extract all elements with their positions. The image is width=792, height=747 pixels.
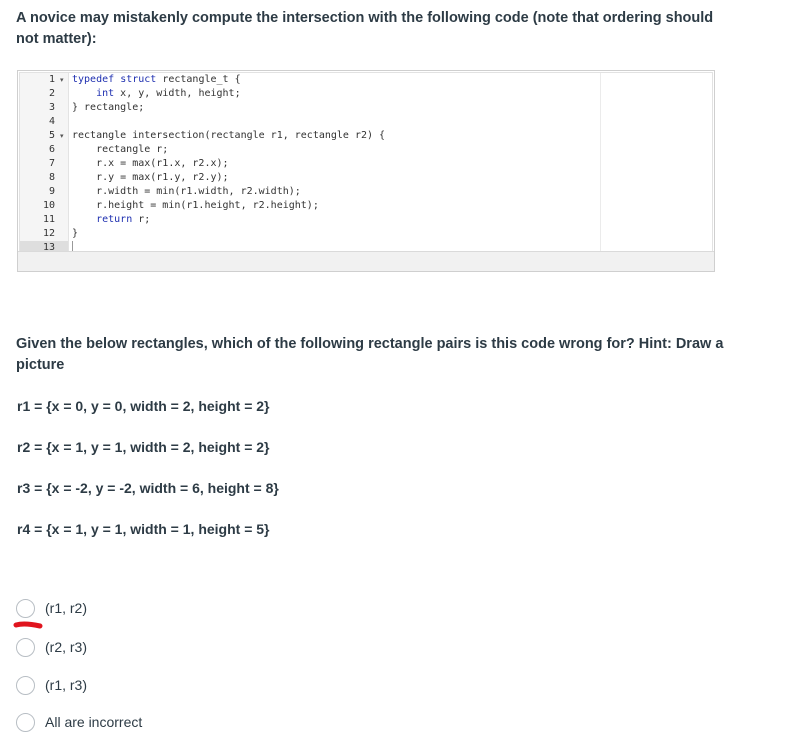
radio-button[interactable] (16, 637, 35, 657)
line-number: 8 (48, 172, 55, 183)
rectangle-r3: r3 = {x = -2, y = -2, width = 6, height … (17, 480, 279, 496)
answer-label: (r1, r3) (45, 677, 87, 693)
code-line: typedef struct rectangle_t { (72, 74, 241, 85)
print-margin (600, 73, 601, 252)
line-number-gutter: 1 ▾ 2 3 4 5 ▾ 6 7 8 9 10 11 12 13 (20, 73, 69, 255)
answer-option-1[interactable]: (r1, r2) (16, 596, 87, 620)
line-number: 1 (48, 74, 55, 85)
answer-option-3[interactable]: (r1, r3) (16, 673, 87, 697)
line-number: 2 (48, 88, 55, 99)
answer-label: (r2, r3) (45, 639, 87, 655)
line-number: 10 (42, 200, 55, 211)
answer-option-2[interactable]: (r2, r3) (16, 635, 87, 659)
code-line: rectangle intersection(rectangle r1, rec… (72, 130, 386, 141)
line-number: 12 (42, 228, 55, 239)
code-line: } (72, 228, 79, 239)
answer-label: (r1, r2) (45, 600, 87, 616)
line-number: 5 (48, 130, 55, 141)
code-editor-content[interactable]: 1 ▾ 2 3 4 5 ▾ 6 7 8 9 10 11 12 13 typedef struct recta… (19, 72, 713, 255)
code-line: r.x = max(r1.x, r2.x); (72, 158, 229, 169)
code-line: return r; (96, 214, 151, 225)
code-line: r.y = max(r1.y, r2.y); (72, 172, 229, 183)
rectangle-r4: r4 = {x = 1, y = 1, width = 1, height = … (17, 521, 270, 537)
code-line: rectangle r; (72, 144, 169, 155)
fold-toggle-icon[interactable]: ▾ (60, 73, 64, 87)
radio-button[interactable] (16, 712, 35, 732)
code-editor[interactable]: 1 ▾ 2 3 4 5 ▾ 6 7 8 9 10 11 12 13 typedef struct recta… (17, 70, 715, 272)
rectangle-r1: r1 = {x = 0, y = 0, width = 2, height = … (17, 398, 270, 414)
code-line: int x, y, width, height; (96, 88, 241, 99)
code-line: r.width = min(r1.width, r2.width); (72, 186, 301, 197)
answer-label: All are incorrect (45, 714, 143, 730)
red-annotation-mark (13, 621, 43, 629)
line-number: 6 (48, 144, 55, 155)
code-line: } rectangle; (72, 102, 145, 113)
line-number: 9 (48, 186, 55, 197)
rectangle-r2: r2 = {x = 1, y = 1, width = 2, height = … (17, 439, 270, 455)
code-editor-footer (18, 251, 714, 271)
radio-button[interactable] (16, 675, 35, 695)
line-number: 3 (48, 102, 55, 113)
answer-option-4[interactable]: All are incorrect (16, 710, 142, 734)
question-text-2: Given the below rectangles, which of the… (16, 336, 724, 373)
fold-toggle-icon[interactable]: ▾ (60, 129, 64, 143)
code-line: r.height = min(r1.height, r2.height); (72, 200, 319, 211)
radio-button[interactable] (16, 598, 35, 618)
line-number: 7 (48, 158, 55, 169)
line-number: 11 (42, 214, 55, 225)
line-number: 4 (48, 116, 55, 127)
question-text-1: A novice may mistakenly compute the inte… (16, 10, 714, 47)
